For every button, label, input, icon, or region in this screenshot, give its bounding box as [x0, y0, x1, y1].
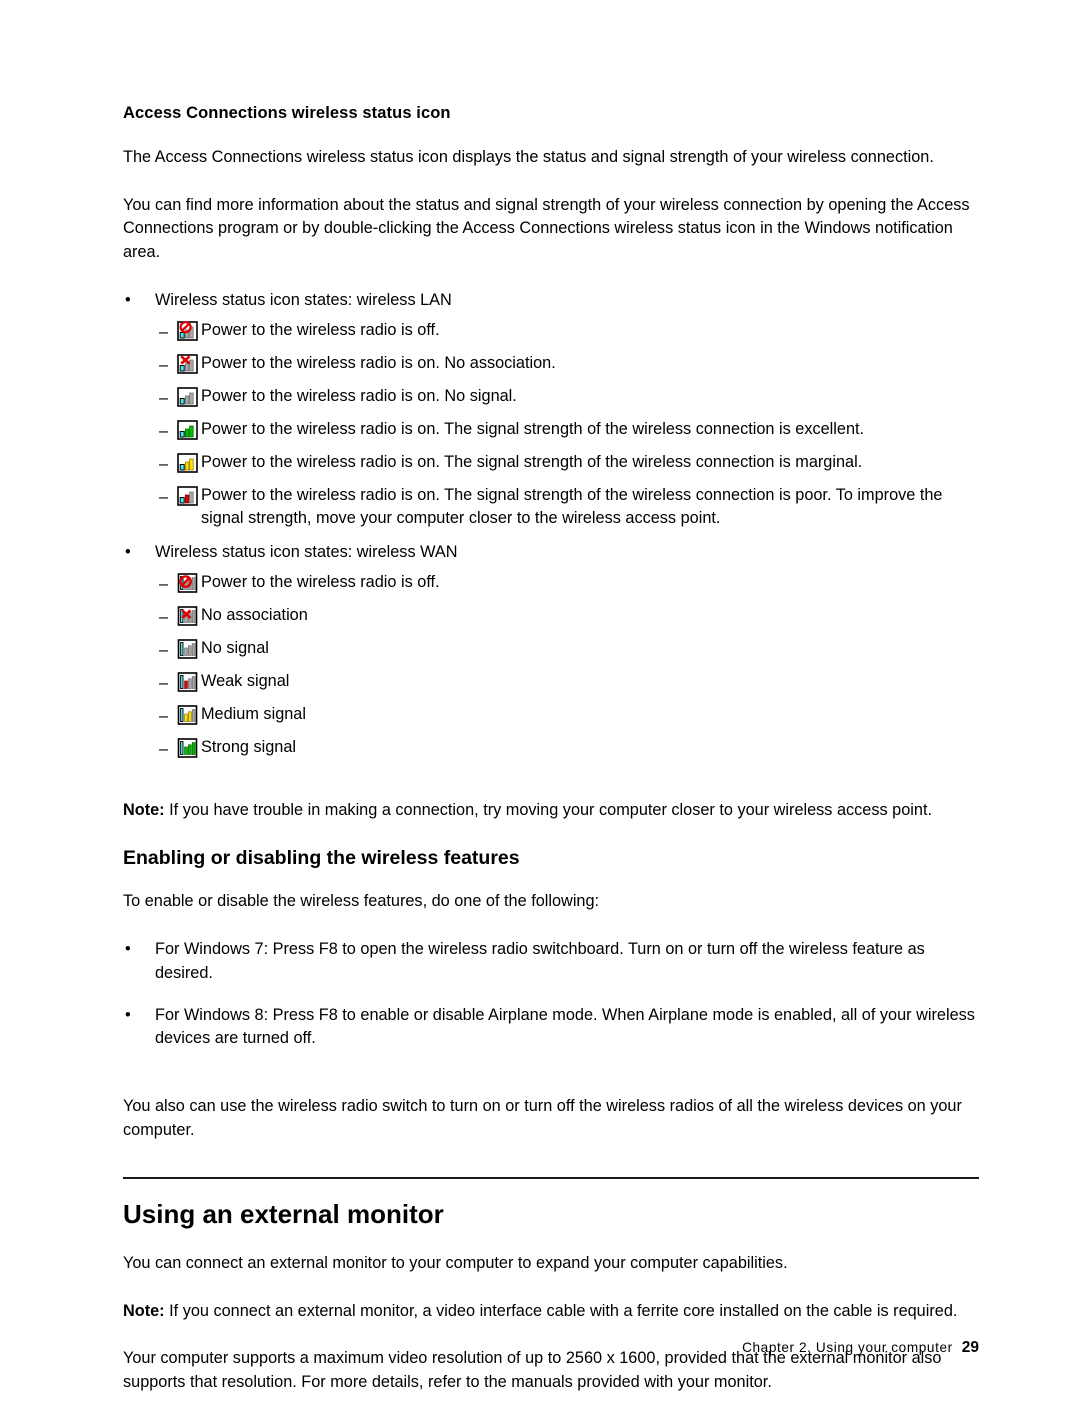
wireless-lan-label: Wireless status icon states: wireless LA…	[155, 290, 452, 309]
list-item: – Strong signal	[155, 736, 979, 763]
list-item: • Wireless status icon states: wireless …	[123, 289, 979, 531]
list-item: – Medium signal	[155, 703, 979, 730]
wlan-radio-off-icon	[177, 320, 199, 342]
list-item: • Wireless status icon states: wireless …	[123, 541, 979, 763]
dash-glyph: –	[159, 707, 169, 726]
list-item-text: Power to the wireless radio is off.	[201, 320, 440, 339]
list-item-text: For Windows 7: Press F8 to open the wire…	[155, 940, 925, 982]
list-item-text: Power to the wireless radio is on. No si…	[201, 386, 517, 405]
monitor-intro: You can connect an external monitor to y…	[123, 1253, 788, 1272]
wlan-signal-marginal-icon	[177, 452, 199, 474]
list-item-text: Power to the wireless radio is on. The s…	[201, 419, 865, 438]
list-item-text: Strong signal	[201, 738, 297, 757]
list-item: • For Windows 7: Press F8 to open the wi…	[123, 938, 979, 986]
list-item: • For Windows 8: Press F8 to enable or d…	[123, 1004, 979, 1052]
list-item-text: Power to the wireless radio is on. The s…	[201, 485, 943, 528]
monitor-note: Note: If you connect an external monitor…	[123, 1300, 979, 1324]
bullet-glyph: •	[125, 1005, 131, 1024]
wwan-weak-signal-icon	[177, 671, 199, 693]
list-item: – Power to the wireless radio is on. The…	[155, 451, 979, 478]
enabling-heading: Enabling or disabling the wireless featu…	[123, 846, 520, 869]
list-item: – Weak signal	[155, 670, 979, 697]
list-item: – Power to the wireless radio is on. The…	[155, 484, 979, 532]
dash-glyph: –	[159, 674, 169, 693]
wlan-signal-excellent-icon	[177, 419, 199, 441]
intro-paragraph: The Access Connections wireless status i…	[123, 147, 934, 166]
page-footer: Chapter 2. Using your computer 29	[123, 1339, 979, 1357]
list-item: – No association	[155, 604, 979, 631]
wlan-no-association-icon	[177, 353, 199, 375]
info-paragraph: You can find more information about the …	[123, 195, 970, 262]
wireless-wan-label: Wireless status icon states: wireless WA…	[155, 543, 458, 562]
monitor-heading: Using an external monitor	[123, 1198, 444, 1229]
dash-glyph: –	[159, 421, 169, 440]
list-item: – Power to the wireless radio	[155, 319, 979, 346]
wlan-no-signal-icon	[177, 386, 199, 408]
dash-glyph: –	[159, 740, 169, 759]
section-divider	[123, 1176, 979, 1179]
wireless-wan-list: • Wireless status icon states: wireless …	[123, 541, 979, 763]
list-item-text: Power to the wireless radio is on. No as…	[201, 353, 556, 372]
wwan-radio-off-icon	[177, 572, 199, 594]
list-item: – Power to the wireless radio	[155, 352, 979, 379]
wireless-lan-list: • Wireless status icon states: wireless …	[123, 289, 979, 531]
list-item-text: Weak signal	[201, 672, 290, 691]
bullet-glyph: •	[125, 290, 131, 309]
enabling-bullets: • For Windows 7: Press F8 to open the wi…	[123, 938, 979, 1051]
note-text: If you have trouble in making a connecti…	[164, 801, 932, 820]
dash-glyph: –	[159, 487, 169, 506]
list-item: – Power to the wireless radio is off.	[155, 571, 979, 598]
dash-glyph: –	[159, 388, 169, 407]
note-label: Note:	[123, 1301, 165, 1320]
list-item: – No signal	[155, 637, 979, 664]
dash-glyph: –	[159, 454, 169, 473]
dash-glyph: –	[159, 608, 169, 627]
footer-page-number: 29	[961, 1339, 979, 1356]
list-item: – Power to the wireless radio is on. The…	[155, 418, 979, 445]
list-item-text: No association	[201, 606, 308, 625]
list-item-text: Power to the wireless radio is off.	[201, 573, 440, 592]
note-text: If you connect an external monitor, a vi…	[164, 1301, 958, 1320]
dash-glyph: –	[159, 322, 169, 341]
bullet-glyph: •	[125, 940, 131, 958]
bullet-glyph: •	[125, 543, 131, 562]
list-item-text: No signal	[201, 639, 269, 658]
wwan-strong-signal-icon	[177, 737, 199, 759]
document-page: Access Connections wireless status icon …	[0, 0, 1080, 1397]
wwan-no-signal-icon	[177, 638, 199, 660]
wwan-medium-signal-icon	[177, 704, 199, 726]
footer-chapter-text: Chapter 2. Using your computer	[742, 1340, 953, 1355]
list-item-text: For Windows 8: Press F8 to enable or dis…	[155, 1005, 975, 1048]
page-content: Access Connections wireless status icon …	[123, 104, 979, 1419]
list-item-text: Medium signal	[201, 705, 306, 724]
enabling-lead: To enable or disable the wireless featur…	[123, 892, 600, 911]
wireless-wan-states: – Power to the wireless radio is off. – …	[155, 571, 979, 763]
dash-glyph: –	[159, 641, 169, 660]
list-item: – Power to the wireless radio is on. No …	[155, 385, 979, 412]
subsection-heading: Access Connections wireless status icon	[123, 104, 451, 122]
note-label: Note:	[123, 801, 165, 820]
enabling-closing: You also can use the wireless radio swit…	[123, 1097, 962, 1139]
dash-glyph: –	[159, 355, 169, 374]
list-item-text: Power to the wireless radio is on. The s…	[201, 452, 863, 471]
wireless-lan-states: – Power to the wireless radio is off. – …	[155, 319, 979, 532]
wireless-note: Note: If you have trouble in making a co…	[123, 799, 979, 823]
dash-glyph: –	[159, 575, 169, 594]
wwan-no-association-icon	[177, 605, 199, 627]
wlan-signal-poor-icon	[177, 485, 199, 507]
